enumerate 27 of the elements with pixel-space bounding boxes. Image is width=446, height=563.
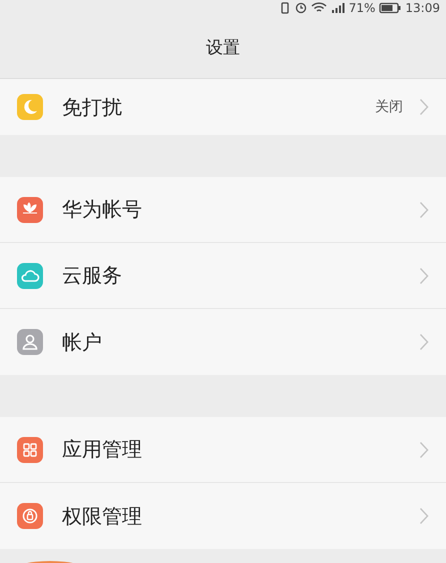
item-label: 帐户 [62,328,103,356]
settings-item[interactable]: 云服务 [0,243,446,309]
settings-item[interactable]: 免打扰 关闭 [0,79,446,135]
item-label: 免打扰 [62,94,123,120]
settings-item[interactable]: 华为帐号 [0,177,446,243]
vibrate-icon [278,2,291,14]
signal-icon [330,2,345,14]
battery-icon [379,2,402,14]
chevron-icon [419,333,429,351]
settings-item[interactable]: 权限管理 [0,483,446,549]
chevron-icon [419,98,429,116]
item-label: 云服务 [62,262,123,289]
battery-percent: 71% [348,1,376,15]
settings-item[interactable]: 帐户 [0,309,446,375]
settings-item[interactable]: 应用管理 [0,417,446,483]
item-label: 华为帐号 [62,196,143,223]
item-value: 关闭 [375,98,403,116]
chevron-icon [419,507,429,525]
wifi-icon [310,2,327,14]
status-time: 13:09 [405,1,440,15]
item-label: 权限管理 [62,502,143,530]
chevron-icon [419,266,429,284]
chevron-icon [419,440,429,458]
chevron-icon [419,200,429,218]
page-title: 设置 [206,36,240,58]
alarm-icon [294,2,307,14]
item-label: 应用管理 [62,436,143,463]
